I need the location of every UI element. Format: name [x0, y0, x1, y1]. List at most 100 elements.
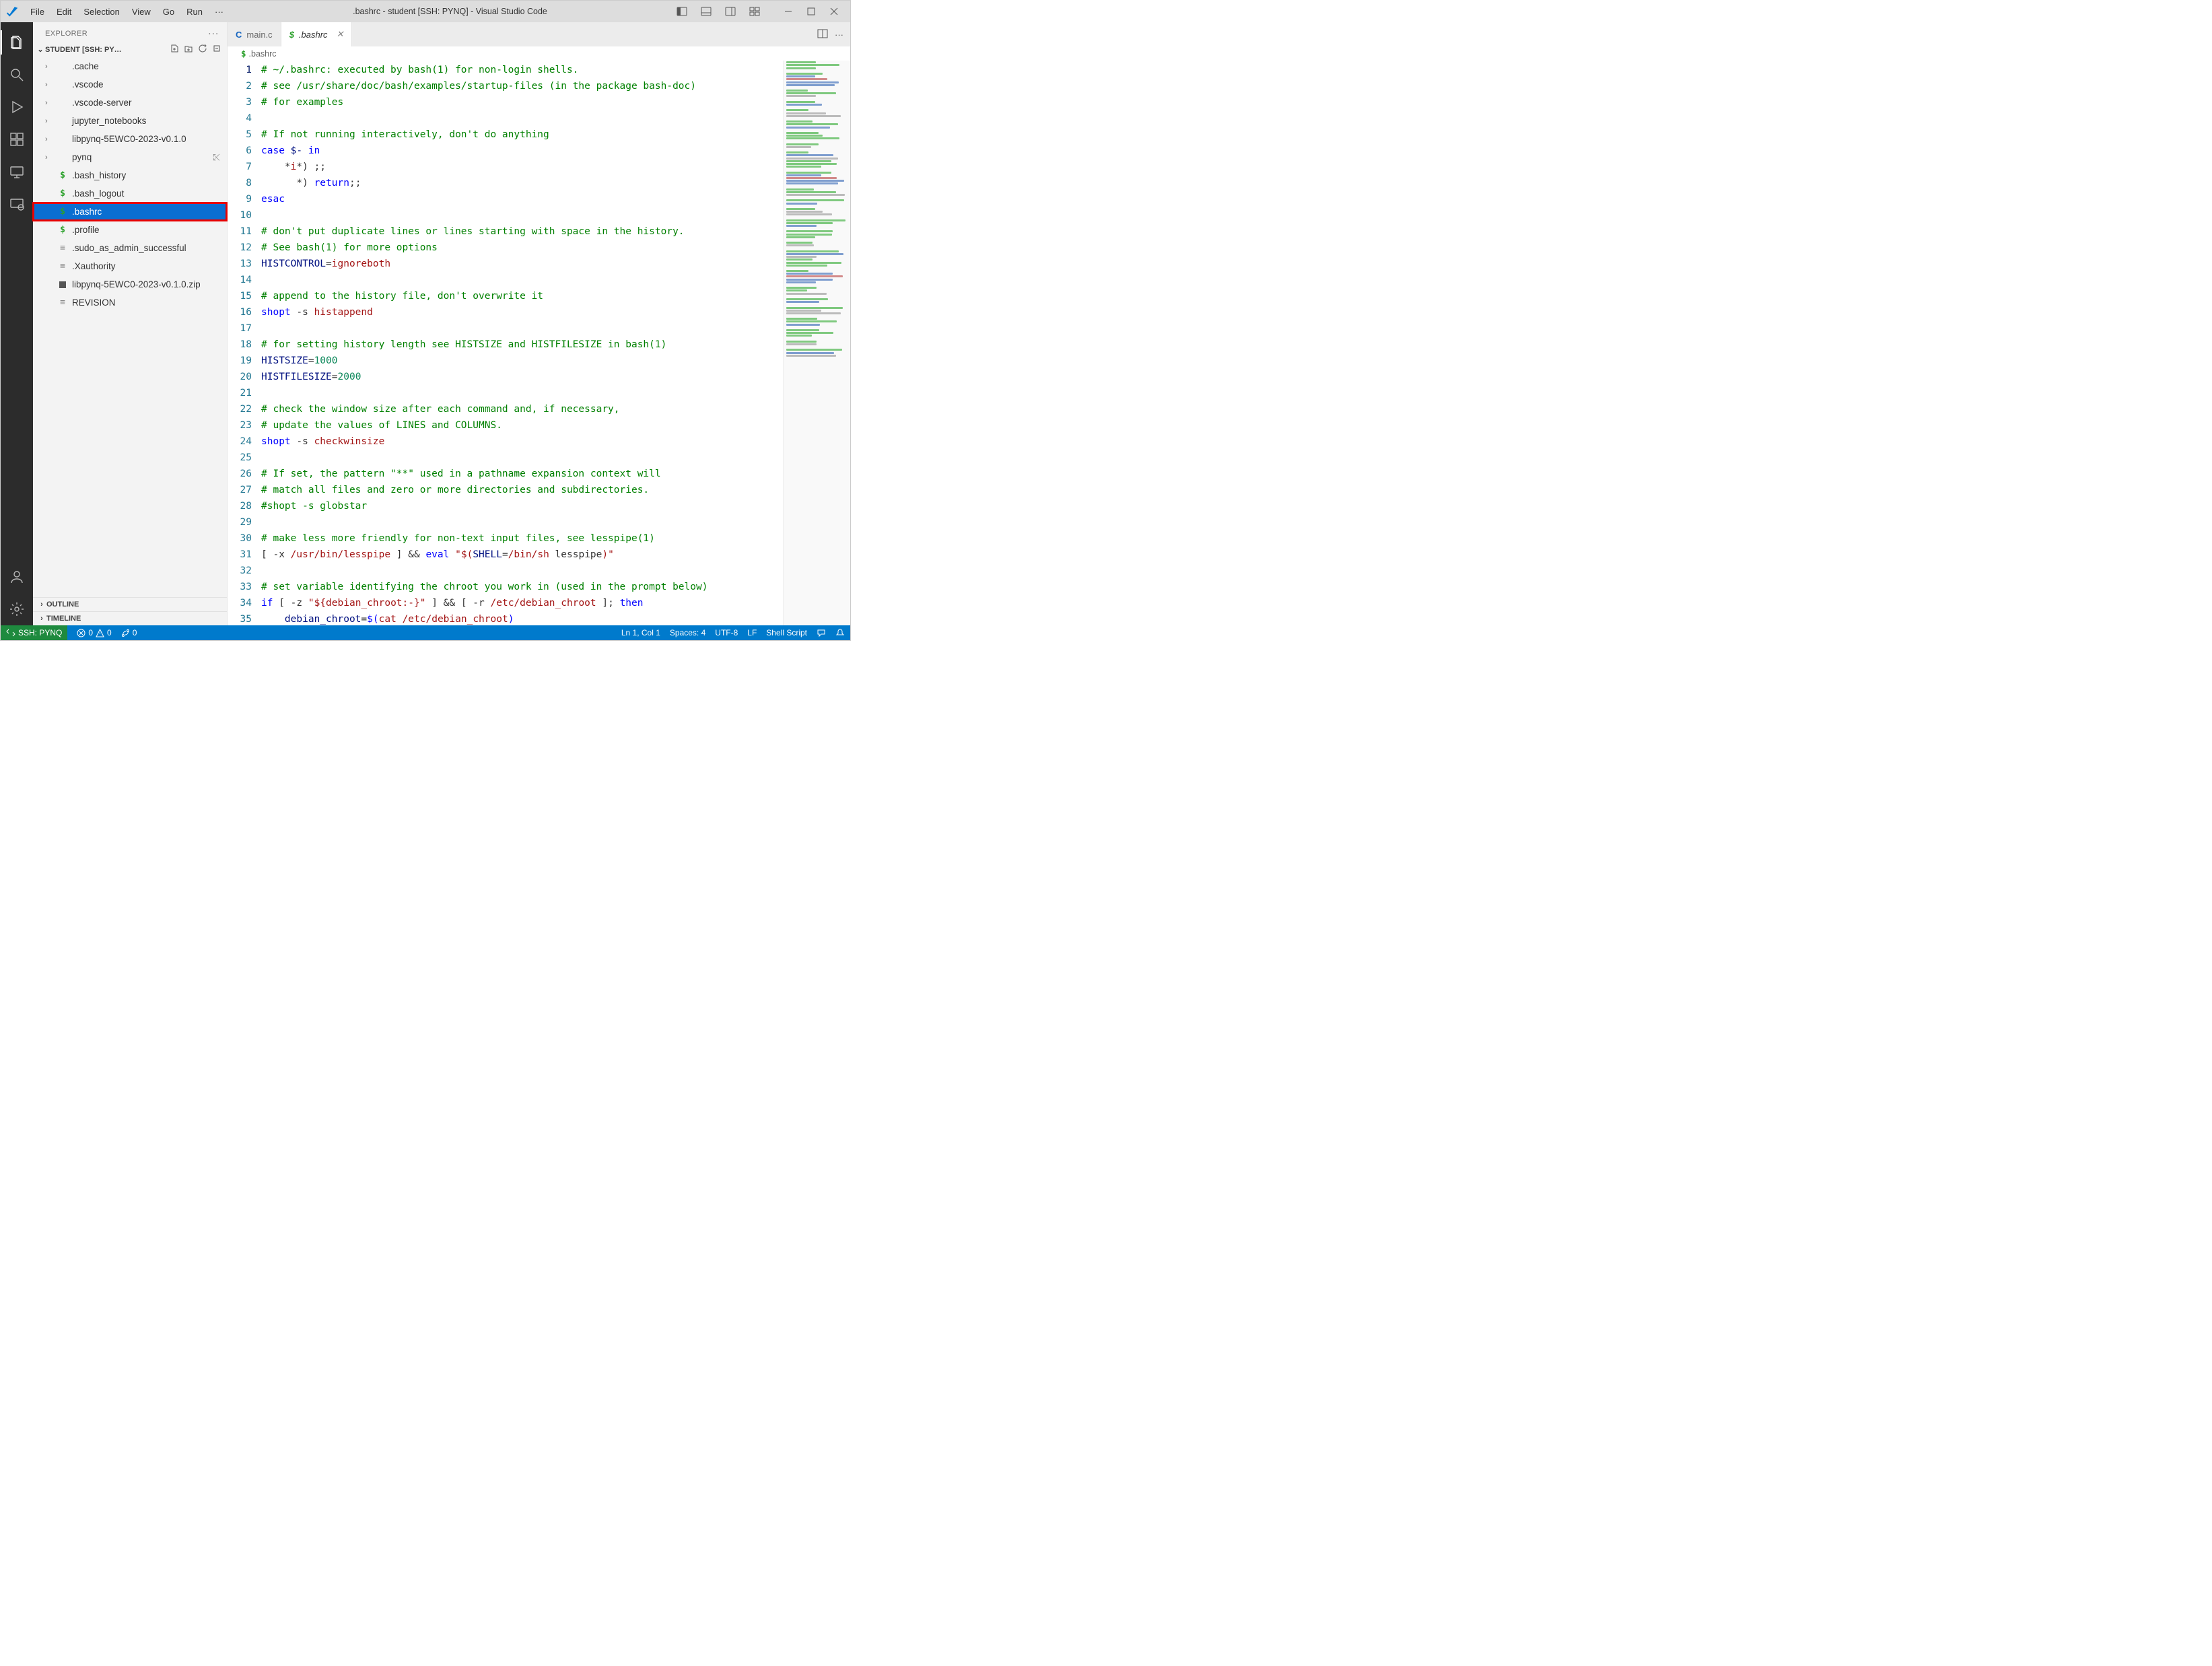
tree-item-label: libpynq-5EWC0-2023-v0.1.0.zip	[72, 279, 201, 289]
search-icon[interactable]	[1, 59, 33, 91]
tree-item-label: .cache	[72, 61, 99, 71]
tree-file[interactable]: ≡ .sudo_as_admin_successful	[33, 239, 227, 257]
folder-icon	[57, 116, 68, 127]
problems-button[interactable]: 0 0	[77, 628, 111, 637]
tree-file[interactable]: ≡.Xauthority	[33, 257, 227, 275]
text-file-icon: ≡	[57, 243, 68, 254]
cursor-position[interactable]: Ln 1, Col 1	[621, 628, 660, 637]
status-bar: SSH: PYNQ 0 0 0 Ln 1, Col 1 Spaces: 4 UT…	[1, 625, 850, 640]
close-button[interactable]	[823, 2, 845, 21]
file-tree: ›.cache›.vscode›.vscode-server›jupyter_n…	[33, 56, 227, 313]
chevron-right-icon: ›	[45, 99, 53, 107]
eol-button[interactable]: LF	[747, 628, 757, 637]
minimize-button[interactable]	[777, 2, 799, 21]
tree-item-label: jupyter_notebooks	[72, 116, 146, 126]
workspace-section-header[interactable]: ⌄ STUDENT [SSH: PY…	[33, 43, 227, 56]
tree-folder[interactable]: ›.vscode-server	[33, 94, 227, 112]
ports-button[interactable]: 0	[121, 628, 137, 637]
toggle-primary-sidebar-icon[interactable]	[671, 2, 693, 21]
shell-file-icon: $	[57, 170, 68, 181]
tree-folder[interactable]: ›.vscode	[33, 75, 227, 94]
minimap[interactable]	[783, 61, 850, 625]
folder-icon	[57, 61, 68, 72]
close-icon[interactable]: ✕	[337, 29, 344, 40]
sidebar-more-icon[interactable]: ···	[208, 28, 219, 39]
menu-overflow-icon[interactable]: ···	[209, 4, 229, 20]
feedback-icon[interactable]	[817, 628, 826, 637]
remote-explorer-icon[interactable]	[1, 155, 33, 188]
shell-file-icon: $	[57, 188, 68, 199]
accounts-icon[interactable]	[1, 561, 33, 593]
tree-file[interactable]: libpynq-5EWC0-2023-v0.1.0.zip	[33, 275, 227, 293]
tree-file[interactable]: $.bash_logout	[33, 184, 227, 203]
chevron-right-icon: ›	[45, 117, 53, 125]
editor-body: 1234567891011121314151617181920212223242…	[228, 61, 850, 625]
maximize-button[interactable]	[800, 2, 822, 21]
tree-item-label: pynq	[72, 152, 92, 162]
toggle-panel-icon[interactable]	[695, 2, 717, 21]
menu-selection[interactable]: Selection	[78, 4, 125, 20]
tree-item-label: .sudo_as_admin_successful	[72, 243, 186, 253]
code-editor[interactable]: # ~/.bashrc: executed by bash(1) for non…	[261, 61, 783, 625]
tree-file[interactable]: $.bashrc	[33, 203, 227, 221]
text-file-icon: ≡	[57, 261, 68, 272]
new-file-icon[interactable]	[168, 44, 180, 55]
folder-icon	[57, 79, 68, 90]
cursor-indicator: ⤪	[213, 152, 220, 163]
errors-count: 0	[88, 628, 93, 637]
warnings-count: 0	[107, 628, 112, 637]
new-folder-icon[interactable]	[182, 44, 195, 55]
tab-bashrc[interactable]: $ .bashrc ✕	[281, 22, 353, 46]
tree-file[interactable]: $.profile	[33, 221, 227, 239]
tree-folder[interactable]: › pynq ⤪	[33, 148, 227, 166]
manage-gear-icon[interactable]	[1, 593, 33, 625]
window-controls	[777, 2, 845, 21]
collapse-all-icon[interactable]	[211, 44, 223, 55]
customize-layout-icon[interactable]	[744, 2, 765, 21]
text-file-icon: ≡	[57, 298, 68, 308]
notifications-icon[interactable]	[835, 628, 845, 637]
breadcrumb-label: .bashrc	[249, 49, 277, 59]
menu-view[interactable]: View	[127, 4, 156, 20]
menu-edit[interactable]: Edit	[51, 4, 77, 20]
timeline-section-header[interactable]: › TIMELINE	[33, 611, 227, 625]
tree-item-label: REVISION	[72, 298, 116, 308]
editor-area: C main.c $ .bashrc ✕ ··· $.bashrc 123456…	[228, 22, 850, 625]
encoding-button[interactable]: UTF-8	[715, 628, 738, 637]
run-debug-icon[interactable]	[1, 91, 33, 123]
tree-folder[interactable]: › libpynq-5EWC0-2023-v0.1.0	[33, 130, 227, 148]
menu-run[interactable]: Run	[181, 4, 208, 20]
menu-file[interactable]: File	[25, 4, 50, 20]
outline-section-label: OUTLINE	[46, 600, 79, 609]
menu-go[interactable]: Go	[158, 4, 180, 20]
split-editor-icon[interactable]	[817, 29, 828, 40]
refresh-icon[interactable]	[197, 44, 209, 55]
tree-folder[interactable]: › jupyter_notebooks	[33, 112, 227, 130]
chevron-right-icon: ›	[45, 135, 53, 143]
tree-file[interactable]: ≡ REVISION	[33, 293, 227, 312]
indentation-button[interactable]: Spaces: 4	[670, 628, 705, 637]
vscode-logo-icon	[6, 5, 18, 18]
tree-item-label: libpynq-5EWC0-2023-v0.1.0	[72, 134, 186, 144]
explorer-sidebar: EXPLORER ··· ⌄ STUDENT [SSH: PY… ›.cache…	[33, 22, 228, 625]
remote-host-button[interactable]: SSH: PYNQ	[1, 625, 67, 640]
language-mode-button[interactable]: Shell Script	[766, 628, 807, 637]
tree-item-label: .bash_history	[72, 170, 126, 180]
tree-file[interactable]: $ .bash_history	[33, 166, 227, 184]
extensions-icon[interactable]	[1, 123, 33, 155]
chevron-right-icon: ›	[45, 81, 53, 89]
tree-folder[interactable]: ›.cache	[33, 57, 227, 75]
explorer-icon[interactable]	[1, 26, 33, 59]
outline-section-header[interactable]: › OUTLINE	[33, 597, 227, 611]
shell-file-icon: $	[241, 48, 246, 59]
remote-settings-icon[interactable]	[1, 188, 33, 220]
more-actions-icon[interactable]: ···	[835, 30, 843, 40]
tab-main-c[interactable]: C main.c	[228, 22, 281, 46]
breadcrumb[interactable]: $.bashrc	[228, 46, 850, 61]
c-file-icon: C	[236, 30, 242, 40]
chevron-right-icon: ›	[45, 153, 53, 162]
toggle-secondary-sidebar-icon[interactable]	[720, 2, 741, 21]
folder-icon	[57, 134, 68, 145]
menu-bar: File Edit Selection View Go Run ···	[25, 4, 229, 20]
remote-host-label: SSH: PYNQ	[18, 628, 62, 637]
